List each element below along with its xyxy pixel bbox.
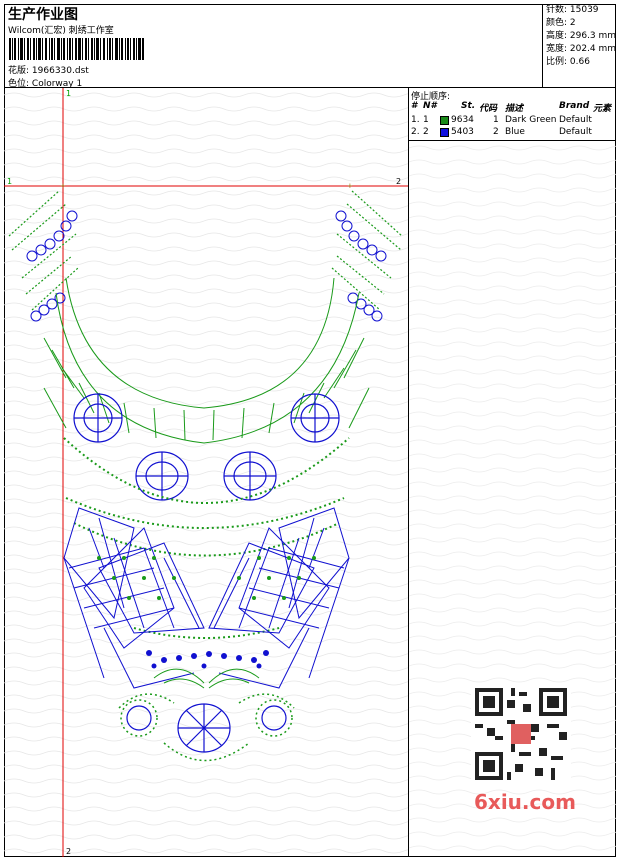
pattern-value: 1966330.dst xyxy=(31,66,89,76)
stop-sequence-panel: 停止顺序: # N# St. 代码 描述 Brand 元素 1. 1 9634 … xyxy=(409,88,616,141)
barcode xyxy=(9,38,144,60)
guide-label-v-bottom: 2 xyxy=(66,847,71,856)
col-brand: Brand xyxy=(559,101,590,111)
col-index: # xyxy=(411,101,418,111)
stop-sequence-header: # N# St. 代码 描述 Brand 元素 xyxy=(409,101,616,114)
stat-colors: 颜色: 2 xyxy=(546,18,576,28)
page-title: 生产作业图 xyxy=(8,7,78,23)
col-code: 代码 xyxy=(479,104,498,114)
col-n: N# xyxy=(423,101,437,111)
svg-text:+: + xyxy=(347,182,353,190)
stats-panel: 针数: 15039 颜色: 2 高度: 296.3 mm 宽度: 202.4 m… xyxy=(542,4,616,88)
guide-label-v-top: 1 xyxy=(66,89,71,98)
design-preview: 1 2 1 2 + + xyxy=(4,88,409,857)
stop-row: 2. 2 5403 2 Blue Default xyxy=(409,127,616,139)
col-desc: 描述 xyxy=(505,104,524,114)
stop-row: 1. 1 9634 1 Dark Green Default xyxy=(409,115,616,127)
stat-stitches: 针数: 15039 xyxy=(546,5,599,15)
swatch-green xyxy=(440,116,449,125)
pattern-label: 花版: xyxy=(8,66,30,76)
qr-logo xyxy=(511,724,531,744)
qr-code xyxy=(471,684,571,784)
fabric-texture xyxy=(4,88,408,857)
guide-label-h-left: 1 xyxy=(7,177,12,186)
embroidery-drawing: 1 2 1 2 + + xyxy=(4,88,408,857)
header: 生产作业图 Wilcom(汇宏) 刺绣工作室 花版: 1966330.dst 色… xyxy=(4,4,616,89)
svg-text:+: + xyxy=(60,182,66,190)
pattern-info: 花版: 1966330.dst xyxy=(8,63,89,76)
stat-height: 高度: 296.3 mm xyxy=(546,31,617,41)
swatch-blue xyxy=(440,128,449,137)
stat-width: 宽度: 202.4 mm xyxy=(546,44,617,54)
col-element: 元素 xyxy=(593,104,612,114)
stat-scale: 比例: 0.66 xyxy=(546,57,590,67)
color-swatch xyxy=(440,128,449,140)
company-name: Wilcom(汇宏) 刺绣工作室 xyxy=(8,26,114,36)
watermark: 6xiu.com xyxy=(474,790,576,814)
guide-label-h-right: 2 xyxy=(396,177,401,186)
col-st: St. xyxy=(461,101,476,111)
